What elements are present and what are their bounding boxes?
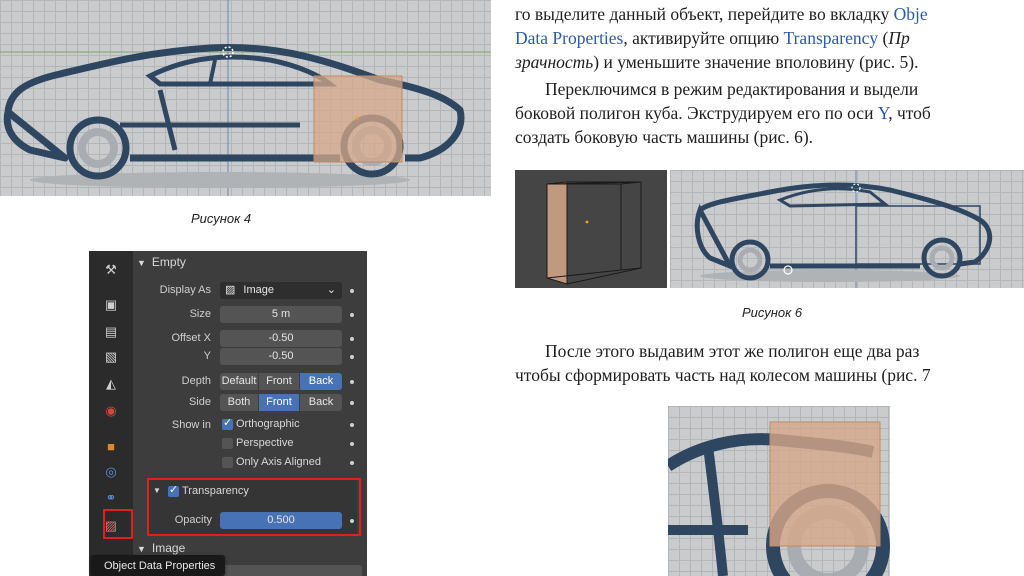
- depth-label: Depth: [181, 375, 211, 387]
- transparency-highlight-box: [147, 478, 361, 536]
- paragraph-2-line-2: боковой полигон куба. Экструдируем его п…: [515, 101, 931, 125]
- properties-tab-bar: ⚒ ▣ ▤ ▧ ◭ ◉ ■ ◎ ⚭ ▨: [89, 251, 133, 576]
- depth-front-option[interactable]: Front: [259, 373, 299, 390]
- paragraph-link-text: Obje: [893, 4, 928, 24]
- object-data-properties-panel: ⚒ ▣ ▤ ▧ ◭ ◉ ■ ◎ ⚭ ▨ ▼ Empty Display As ▨ I…: [89, 251, 367, 576]
- paragraph-3-line-2: чтобы сформировать часть над колесом маш…: [515, 365, 931, 385]
- image-header-label: Image: [151, 541, 186, 555]
- size-field[interactable]: 5 m: [220, 306, 342, 323]
- figure-6-image: [515, 170, 1024, 288]
- only-axis-aligned-label: Only Axis Aligned: [236, 456, 321, 468]
- tooltip-text: Object Data Properties: [104, 560, 216, 572]
- keyframe-dot[interactable]: [350, 442, 354, 446]
- paragraph-1-line-2: Data Properties, активируйте опцию Trans…: [515, 26, 910, 50]
- side-front-option[interactable]: Front: [259, 394, 299, 411]
- keyframe-dot[interactable]: [350, 380, 354, 384]
- figure-6-caption: Рисунок 6: [742, 305, 803, 320]
- paragraph-text: боковой полигон куба. Экструдируем его п…: [515, 103, 878, 123]
- paragraph-2-line-3: создать боковую часть машины (рис. 6).: [515, 127, 814, 147]
- paragraph-text: , чтоб: [888, 103, 931, 123]
- tool-icon[interactable]: ⚒: [102, 261, 120, 279]
- empty-header-label: Empty: [151, 255, 186, 269]
- paragraph-text: , активируйте опцию: [623, 28, 784, 48]
- chevron-down-icon: ⌄: [326, 284, 336, 296]
- paragraph-text: ) и уменьшите значение вполовину (рис. 5…: [593, 52, 919, 72]
- paragraph-text: (: [878, 28, 889, 48]
- keyframe-dot[interactable]: [350, 355, 354, 359]
- object-icon[interactable]: ■: [102, 437, 120, 455]
- modifier-icon[interactable]: ◎: [102, 463, 120, 481]
- side-both-option[interactable]: Both: [220, 394, 258, 411]
- paragraph-text: го выделите данный объект, перейдите во …: [515, 4, 894, 24]
- tooltip: Object Data Properties: [91, 555, 225, 576]
- keyframe-dot[interactable]: [350, 313, 354, 317]
- offset-y-label: Y: [203, 350, 211, 362]
- constraint-icon[interactable]: ⚭: [102, 489, 120, 507]
- figure-4-caption: Рисунок 4: [191, 211, 252, 226]
- paragraph-2-line-1: Переключимся в режим редактирования и вы…: [545, 79, 919, 99]
- depth-default-option[interactable]: Default: [220, 373, 258, 390]
- figure-6-cube-viewport: [515, 170, 667, 288]
- offset-x-label: Offset X: [171, 332, 211, 344]
- image-icon: ▨: [225, 284, 236, 296]
- display-as-dropdown[interactable]: ▨ Image ⌄: [220, 282, 342, 299]
- paragraph-link-text: Transparency: [783, 28, 879, 48]
- orthographic-checkbox[interactable]: [222, 416, 233, 430]
- only-axis-aligned-checkbox[interactable]: [222, 457, 233, 468]
- figure-6-car-viewport: [670, 170, 1024, 288]
- orthographic-label: Orthographic: [236, 418, 300, 430]
- figure-7-image: [668, 406, 890, 576]
- keyframe-dot[interactable]: [350, 337, 354, 341]
- display-as-value: Image: [243, 284, 274, 296]
- paragraph-1-line-3: зрачность) и уменьшите значение вполовин…: [515, 50, 918, 74]
- paragraph-link-text: Data Properties: [515, 28, 624, 48]
- keyframe-dot[interactable]: [350, 289, 354, 293]
- keyframe-dot[interactable]: [350, 461, 354, 465]
- keyframe-dot[interactable]: [350, 423, 354, 427]
- size-label: Size: [189, 308, 211, 320]
- empty-section-header[interactable]: ▼ Empty: [137, 255, 365, 275]
- keyframe-dot[interactable]: [350, 401, 354, 405]
- offset-y-field[interactable]: -0.50: [220, 348, 342, 365]
- perspective-checkbox[interactable]: [222, 438, 233, 449]
- figure-4-car-image: [0, 0, 491, 196]
- show-in-label: Show in: [171, 419, 211, 431]
- perspective-label: Perspective: [236, 437, 294, 449]
- paragraph-1-line-1: го выделите данный объект, перейдите во …: [515, 2, 928, 26]
- image-selector-row[interactable]: [220, 565, 362, 576]
- paragraph-3-line-1: После этого выдавим этот же полигон еще …: [545, 341, 920, 361]
- paragraph-italic-text: зрачность: [515, 52, 594, 72]
- side-label: Side: [188, 396, 211, 408]
- depth-back-option[interactable]: Back: [300, 373, 342, 390]
- paragraph-italic-text: Пр: [888, 28, 910, 48]
- display-as-label: Display As: [159, 284, 211, 296]
- offset-x-field[interactable]: -0.50: [220, 330, 342, 347]
- paragraph-link-text: Y: [877, 103, 889, 123]
- side-back-option[interactable]: Back: [300, 394, 342, 411]
